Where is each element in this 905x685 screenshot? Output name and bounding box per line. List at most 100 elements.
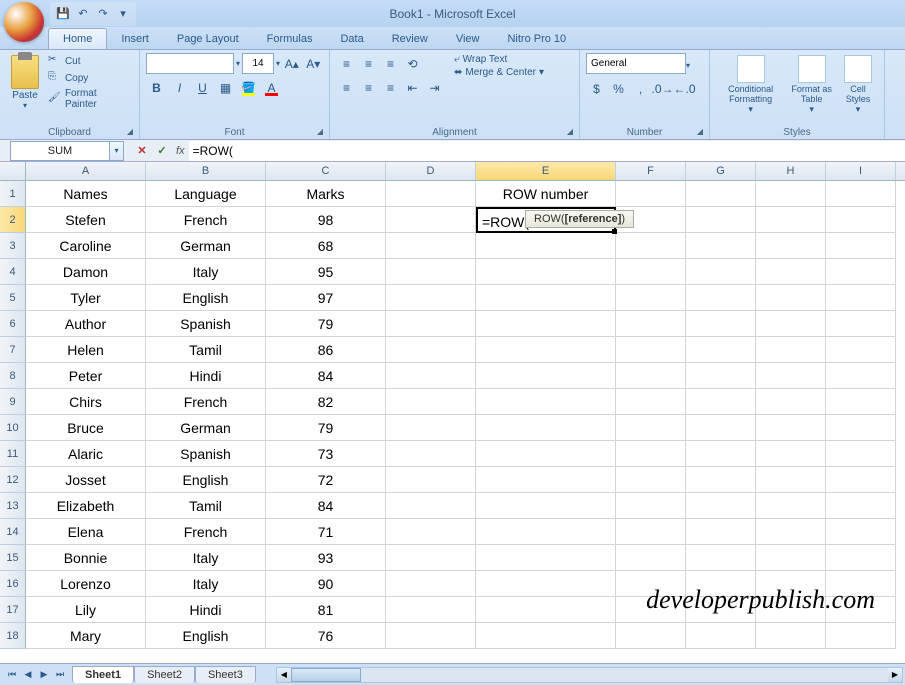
cell-D4[interactable] xyxy=(386,259,476,285)
cell-C15[interactable]: 93 xyxy=(266,545,386,571)
cell-F13[interactable] xyxy=(616,493,686,519)
cell-H4[interactable] xyxy=(756,259,826,285)
wrap-text-button[interactable]: ⤶Wrap Text xyxy=(451,53,547,66)
fx-icon[interactable]: fx xyxy=(172,145,189,157)
col-header-E[interactable]: E xyxy=(476,162,616,180)
cell-G8[interactable] xyxy=(686,363,756,389)
italic-button[interactable]: I xyxy=(169,77,190,98)
row-header-8[interactable]: 8 xyxy=(0,363,26,389)
dec-decimal-button[interactable]: ←.0 xyxy=(674,78,695,99)
cell-E7[interactable] xyxy=(476,337,616,363)
cell-I8[interactable] xyxy=(826,363,896,389)
cell-B7[interactable]: Tamil xyxy=(146,337,266,363)
cell-E11[interactable] xyxy=(476,441,616,467)
formula-input[interactable] xyxy=(189,141,905,161)
cell-A2[interactable]: Stefen xyxy=(26,207,146,233)
cell-C11[interactable]: 73 xyxy=(266,441,386,467)
cell-C13[interactable]: 84 xyxy=(266,493,386,519)
row-header-5[interactable]: 5 xyxy=(0,285,26,311)
cell-F15[interactable] xyxy=(616,545,686,571)
cell-F3[interactable] xyxy=(616,233,686,259)
cell-F6[interactable] xyxy=(616,311,686,337)
cell-E12[interactable] xyxy=(476,467,616,493)
cell-E9[interactable] xyxy=(476,389,616,415)
cell-H14[interactable] xyxy=(756,519,826,545)
cell-G15[interactable] xyxy=(686,545,756,571)
cell-A9[interactable]: Chirs xyxy=(26,389,146,415)
cell-D14[interactable] xyxy=(386,519,476,545)
cell-C16[interactable]: 90 xyxy=(266,571,386,597)
cell-F14[interactable] xyxy=(616,519,686,545)
tab-nitro-pro-10[interactable]: Nitro Pro 10 xyxy=(493,29,580,49)
font-name-input[interactable] xyxy=(146,53,234,74)
cell-H15[interactable] xyxy=(756,545,826,571)
border-button[interactable]: ▦ xyxy=(215,77,236,98)
cell-A13[interactable]: Elizabeth xyxy=(26,493,146,519)
cell-C3[interactable]: 68 xyxy=(266,233,386,259)
sheet-last-button[interactable]: ⏭ xyxy=(52,667,68,683)
select-all-corner[interactable] xyxy=(0,162,26,181)
font-launcher[interactable]: ◢ xyxy=(314,125,326,137)
sheet-next-button[interactable]: ▶ xyxy=(36,667,52,683)
cell-I3[interactable] xyxy=(826,233,896,259)
row-header-7[interactable]: 7 xyxy=(0,337,26,363)
cell-D2[interactable] xyxy=(386,207,476,233)
cell-F7[interactable] xyxy=(616,337,686,363)
row-header-14[interactable]: 14 xyxy=(0,519,26,545)
cell-E1[interactable]: ROW number xyxy=(476,181,616,207)
cell-D6[interactable] xyxy=(386,311,476,337)
cell-A1[interactable]: Names xyxy=(26,181,146,207)
align-center-button[interactable]: ≡ xyxy=(358,77,379,98)
cell-G7[interactable] xyxy=(686,337,756,363)
cell-B1[interactable]: Language xyxy=(146,181,266,207)
bold-button[interactable]: B xyxy=(146,77,167,98)
cell-C1[interactable]: Marks xyxy=(266,181,386,207)
col-header-C[interactable]: C xyxy=(266,162,386,180)
row-header-11[interactable]: 11 xyxy=(0,441,26,467)
cell-B3[interactable]: German xyxy=(146,233,266,259)
cell-H18[interactable] xyxy=(756,623,826,649)
row-header-10[interactable]: 10 xyxy=(0,415,26,441)
cell-E15[interactable] xyxy=(476,545,616,571)
cell-B11[interactable]: Spanish xyxy=(146,441,266,467)
cell-I9[interactable] xyxy=(826,389,896,415)
col-header-F[interactable]: F xyxy=(616,162,686,180)
cell-C8[interactable]: 84 xyxy=(266,363,386,389)
confirm-icon[interactable]: ✓ xyxy=(152,142,172,160)
align-right-button[interactable]: ≡ xyxy=(380,77,401,98)
cell-F1[interactable] xyxy=(616,181,686,207)
cell-A18[interactable]: Mary xyxy=(26,623,146,649)
cell-G10[interactable] xyxy=(686,415,756,441)
cell-C10[interactable]: 79 xyxy=(266,415,386,441)
cell-B10[interactable]: German xyxy=(146,415,266,441)
cell-I12[interactable] xyxy=(826,467,896,493)
cell-D5[interactable] xyxy=(386,285,476,311)
cell-F8[interactable] xyxy=(616,363,686,389)
cell-D12[interactable] xyxy=(386,467,476,493)
cell-H13[interactable] xyxy=(756,493,826,519)
cell-B13[interactable]: Tamil xyxy=(146,493,266,519)
cell-A7[interactable]: Helen xyxy=(26,337,146,363)
row-header-3[interactable]: 3 xyxy=(0,233,26,259)
fill-color-button[interactable]: 🪣 xyxy=(238,77,259,98)
cell-H3[interactable] xyxy=(756,233,826,259)
tab-insert[interactable]: Insert xyxy=(107,29,163,49)
row-header-17[interactable]: 17 xyxy=(0,597,26,623)
cell-D7[interactable] xyxy=(386,337,476,363)
cell-F11[interactable] xyxy=(616,441,686,467)
office-button[interactable] xyxy=(4,2,44,42)
cell-B9[interactable]: French xyxy=(146,389,266,415)
row-header-4[interactable]: 4 xyxy=(0,259,26,285)
cell-A3[interactable]: Caroline xyxy=(26,233,146,259)
cell-H1[interactable] xyxy=(756,181,826,207)
cell-A4[interactable]: Damon xyxy=(26,259,146,285)
row-header-16[interactable]: 16 xyxy=(0,571,26,597)
cell-H8[interactable] xyxy=(756,363,826,389)
cell-styles-button[interactable]: Cell Styles ▾ xyxy=(838,53,878,138)
cell-D9[interactable] xyxy=(386,389,476,415)
cell-E10[interactable] xyxy=(476,415,616,441)
cell-C5[interactable]: 97 xyxy=(266,285,386,311)
tab-page-layout[interactable]: Page Layout xyxy=(163,29,253,49)
cell-H10[interactable] xyxy=(756,415,826,441)
cell-A11[interactable]: Alaric xyxy=(26,441,146,467)
